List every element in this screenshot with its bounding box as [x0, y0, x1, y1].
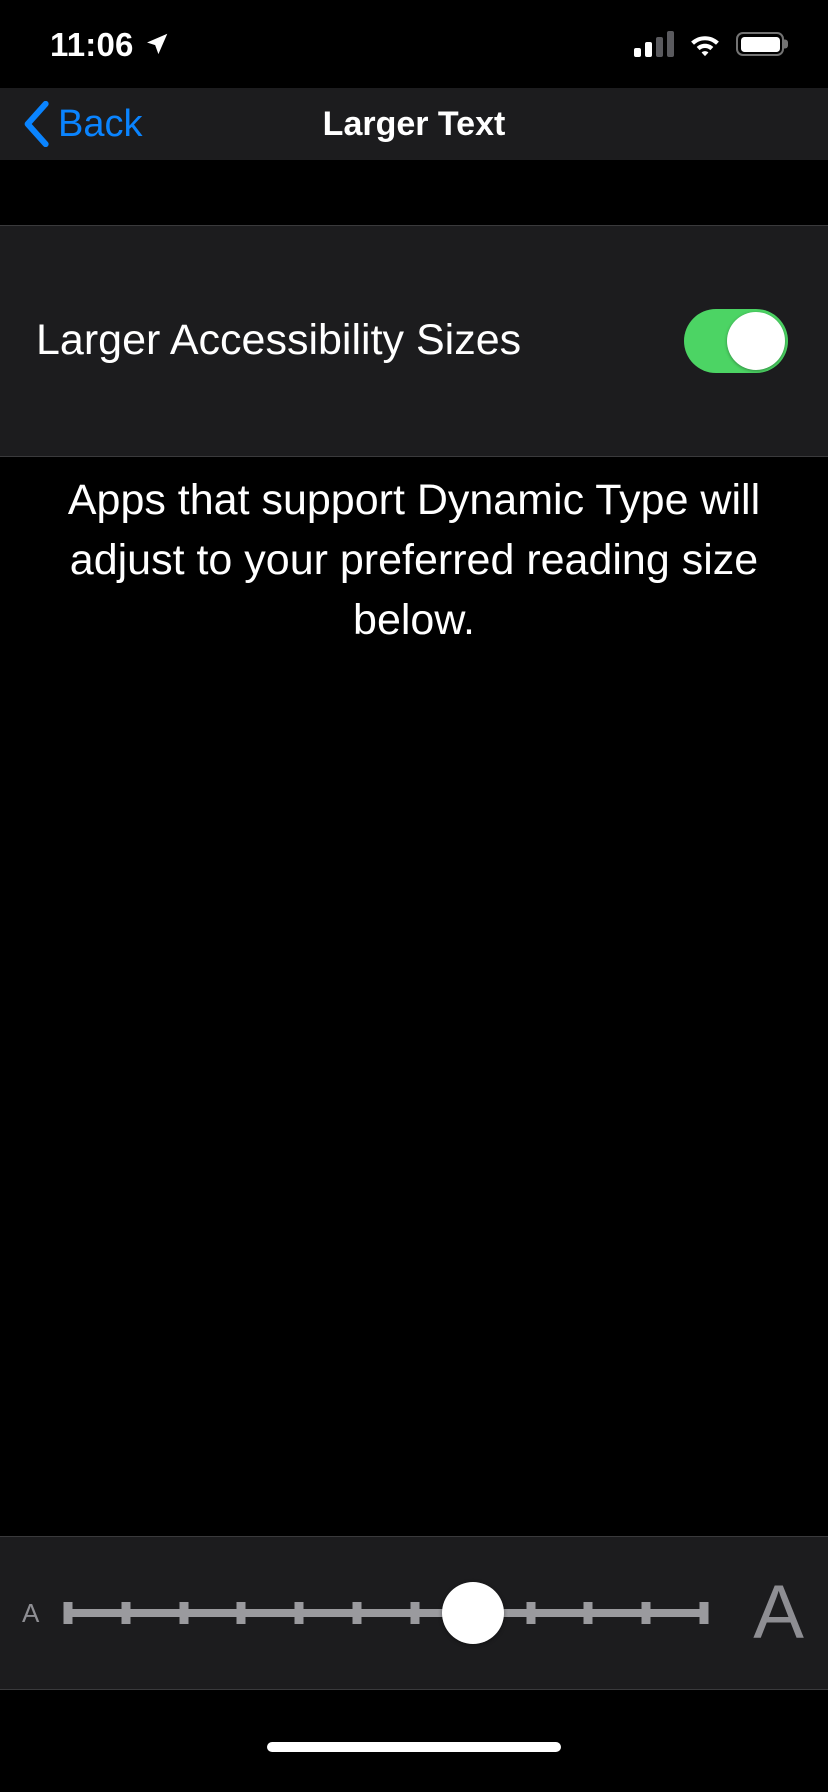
status-bar: 11:06	[0, 0, 828, 88]
location-arrow-icon	[146, 33, 167, 55]
cellular-bars-icon	[634, 31, 674, 57]
larger-accessibility-sizes-toggle[interactable]	[684, 309, 788, 373]
text-size-slider-row: A A	[0, 1537, 828, 1689]
slider-tick	[179, 1602, 189, 1624]
slider-max-label: A	[753, 1570, 804, 1655]
slider-tick	[410, 1602, 420, 1624]
slider-min-label: A	[22, 1598, 40, 1628]
slider-tick	[294, 1602, 304, 1624]
content-gap	[0, 160, 828, 225]
navigation-bar: Back Larger Text	[0, 88, 828, 160]
battery-full-icon	[736, 32, 788, 56]
text-size-slider[interactable]	[63, 1582, 709, 1644]
slider-tick	[352, 1602, 362, 1624]
home-indicator[interactable]	[267, 1742, 561, 1752]
slider-tick	[699, 1602, 709, 1624]
page-title: Larger Text	[322, 104, 506, 143]
slider-tick	[121, 1602, 131, 1624]
larger-accessibility-sizes-row[interactable]: Larger Accessibility Sizes	[0, 226, 828, 456]
status-bar-clock: 11:06	[50, 25, 134, 63]
larger-accessibility-sizes-label: Larger Accessibility Sizes	[36, 316, 522, 365]
slider-tick	[63, 1602, 73, 1624]
slider-track	[68, 1609, 704, 1617]
wifi-icon	[691, 35, 719, 56]
slider-tick	[236, 1602, 246, 1624]
toggle-knob	[727, 312, 785, 370]
status-bar-right	[634, 31, 788, 57]
status-bar-left: 11:06	[50, 28, 170, 61]
slider-tick	[583, 1602, 593, 1624]
settings-group: Larger Accessibility Sizes	[0, 225, 828, 457]
footer-description: Apps that support Dynamic Type will adju…	[67, 476, 761, 645]
text-size-slider-group: A A	[0, 1536, 828, 1690]
slider-tick	[526, 1602, 536, 1624]
slider-thumb[interactable]	[441, 1582, 504, 1644]
iphone-screen: 11:06 Back Larger Text Larger Accessibil…	[0, 0, 828, 1792]
slider-tick	[641, 1602, 651, 1624]
